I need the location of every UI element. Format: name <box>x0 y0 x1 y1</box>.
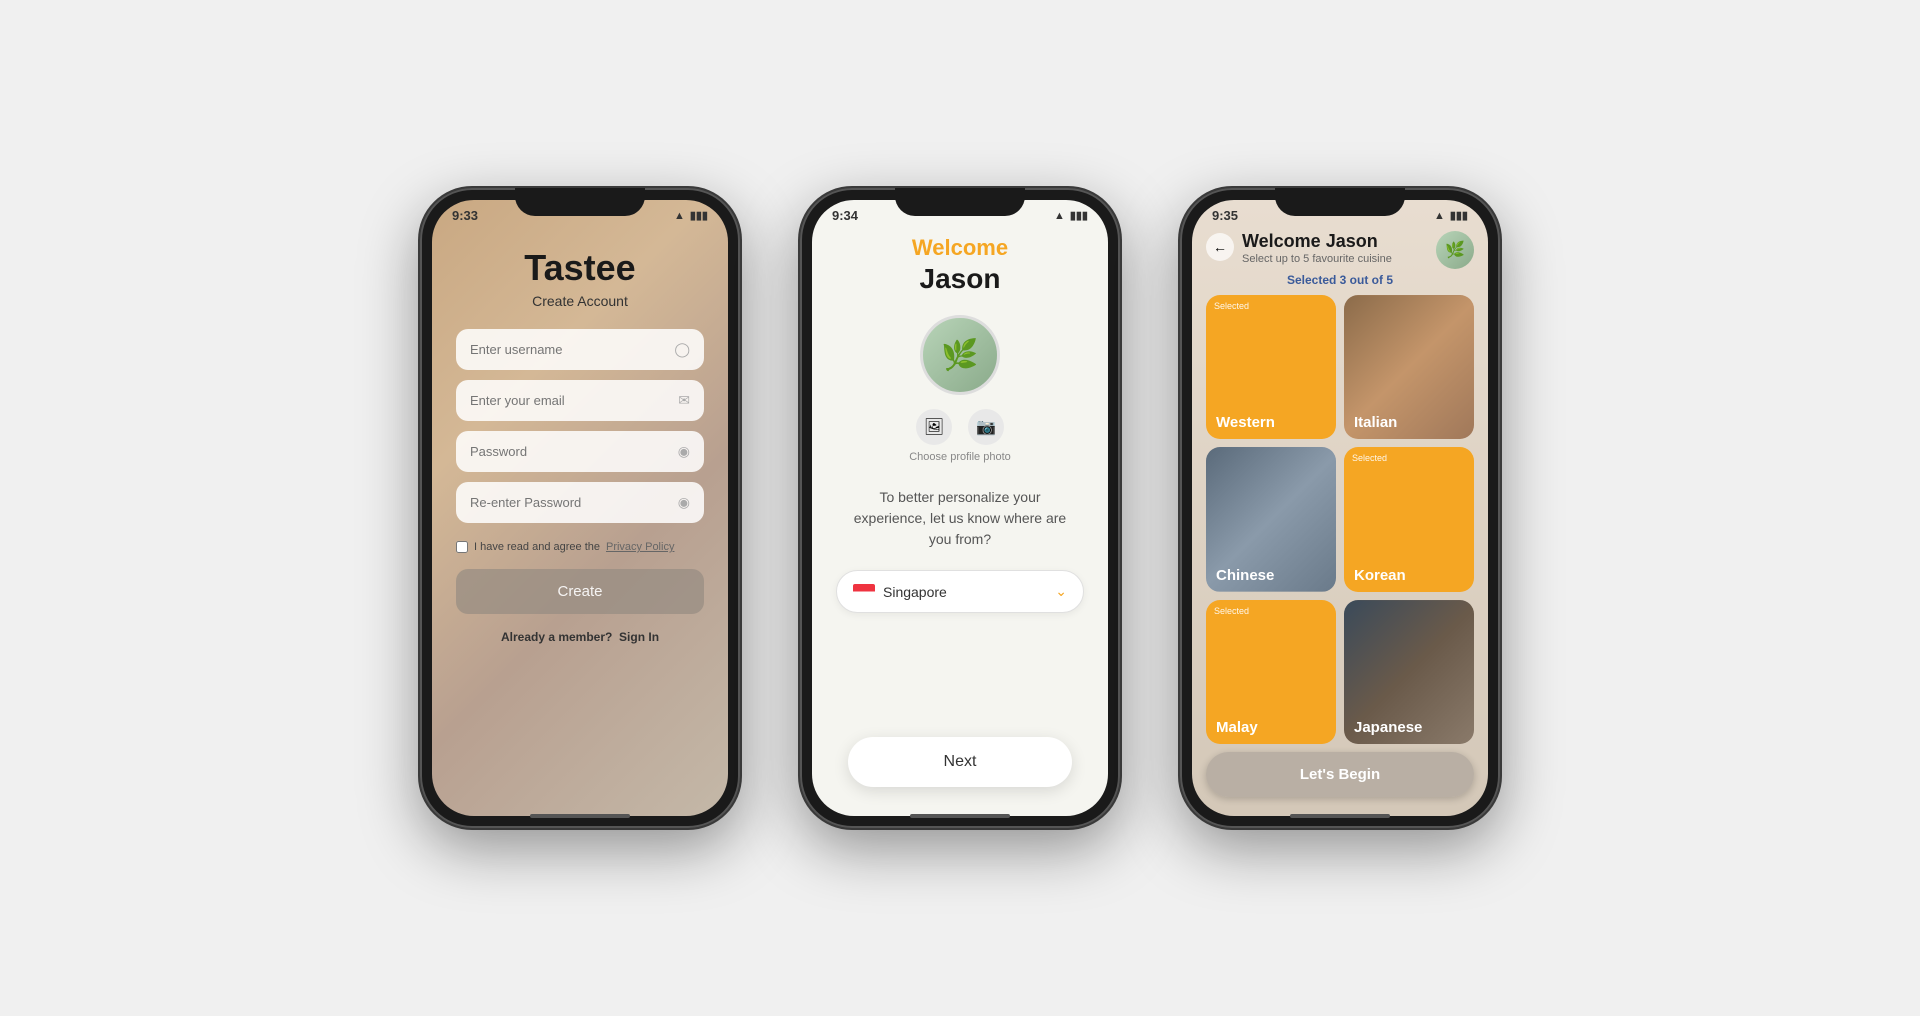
chinese-label: Chinese <box>1206 559 1336 592</box>
status-bar-3: 9:35 ▲ ▮▮▮ <box>1192 200 1488 227</box>
password-field[interactable]: ◉ <box>456 431 704 472</box>
time-3: 9:35 <box>1212 208 1238 223</box>
person-icon: ◯ <box>674 341 690 358</box>
phone-welcome: 9:34 ▲ ▮▮▮ Welcome Jason 🌿 🖼 📷 Choose pr… <box>800 188 1120 828</box>
username-field[interactable]: ◯ <box>456 329 704 370</box>
chevron-down-icon: ⌄ <box>1055 583 1067 600</box>
camera-button[interactable]: 📷 <box>968 409 1004 445</box>
japanese-label: Japanese <box>1344 711 1474 744</box>
status-icons-2: ▲ ▮▮▮ <box>1054 209 1088 222</box>
status-bar-2: 9:34 ▲ ▮▮▮ <box>812 200 1108 227</box>
country-dropdown[interactable]: Singapore ⌄ <box>836 570 1084 613</box>
signin-row: Already a member? Sign In <box>501 630 659 644</box>
status-bar-1: 9:33 ▲ ▮▮▮ <box>432 200 728 227</box>
welcome-jason: Welcome Jason <box>1242 231 1436 252</box>
privacy-row: I have read and agree the Privacy Policy <box>456 541 674 553</box>
next-button[interactable]: Next <box>848 737 1071 787</box>
username-input[interactable] <box>470 342 674 357</box>
wifi-icon-2: ▲ <box>1054 210 1065 222</box>
cuisine-screen: ← Welcome Jason Select up to 5 favourite… <box>1192 227 1488 807</box>
wifi-icon-3: ▲ <box>1434 210 1445 222</box>
avatar-small: 🌿 <box>1436 231 1474 269</box>
privacy-checkbox[interactable] <box>456 541 468 553</box>
wifi-icon: ▲ <box>674 210 685 222</box>
choose-photo-label: Choose profile photo <box>909 451 1011 463</box>
selected-label-western: Selected <box>1214 301 1249 311</box>
country-name: Singapore <box>883 584 1047 600</box>
selected-label-korean: Selected <box>1352 453 1387 463</box>
email-field[interactable]: ✉ <box>456 380 704 421</box>
status-icons-1: ▲ ▮▮▮ <box>674 209 708 222</box>
cuisine-tile-italian[interactable]: Italian <box>1344 295 1474 439</box>
selected-count: Selected 3 out of 5 <box>1206 273 1474 287</box>
create-account-label: Create Account <box>532 293 628 309</box>
cuisine-header: ← Welcome Jason Select up to 5 favourite… <box>1206 231 1474 269</box>
password-input[interactable] <box>470 444 678 459</box>
phone-create-account: 9:33 ▲ ▮▮▮ Tastee Create Account ◯ ✉ <box>420 188 740 828</box>
privacy-link[interactable]: Privacy Policy <box>606 541 674 553</box>
western-label: Western <box>1206 406 1336 439</box>
email-icon: ✉ <box>678 392 690 409</box>
profile-photo: 🌿 <box>920 315 1000 395</box>
gallery-button[interactable]: 🖼 <box>916 409 952 445</box>
already-member-text: Already a member? <box>501 630 612 644</box>
app-title: Tastee <box>524 247 635 289</box>
cuisine-tile-chinese[interactable]: Chinese <box>1206 447 1336 591</box>
cuisine-grid: Selected Western Italian Chinese Selecte… <box>1206 295 1474 744</box>
reenter-password-field[interactable]: ◉ <box>456 482 704 523</box>
create-button[interactable]: Create <box>456 569 704 614</box>
status-icons-3: ▲ ▮▮▮ <box>1434 209 1468 222</box>
back-button[interactable]: ← <box>1206 233 1234 261</box>
battery-icon-2: ▮▮▮ <box>1070 209 1088 222</box>
select-subtitle: Select up to 5 favourite cuisine <box>1242 253 1436 265</box>
checkbox-label: I have read and agree the <box>474 541 600 553</box>
italian-label: Italian <box>1344 406 1474 439</box>
personalize-text: To better personalize your experience, l… <box>836 487 1084 550</box>
malay-label: Malay <box>1206 711 1336 744</box>
cuisine-tile-malay[interactable]: Selected Malay <box>1206 600 1336 744</box>
signin-link[interactable]: Sign In <box>619 630 659 644</box>
lets-begin-button[interactable]: Let's Begin <box>1206 752 1474 797</box>
time-2: 9:34 <box>832 208 858 223</box>
selected-label-malay: Selected <box>1214 606 1249 616</box>
header-text: Welcome Jason Select up to 5 favourite c… <box>1234 231 1436 265</box>
email-input[interactable] <box>470 393 678 408</box>
cuisine-tile-western[interactable]: Selected Western <box>1206 295 1336 439</box>
phones-container: 9:33 ▲ ▮▮▮ Tastee Create Account ◯ ✉ <box>420 188 1500 828</box>
eye-icon-2: ◉ <box>678 494 690 511</box>
battery-icon-3: ▮▮▮ <box>1450 209 1468 222</box>
phone-cuisine: 9:35 ▲ ▮▮▮ ← Welcome Jason Select up to … <box>1180 188 1500 828</box>
welcome-screen: Welcome Jason 🌿 🖼 📷 Choose profile photo… <box>812 227 1108 807</box>
eye-icon: ◉ <box>678 443 690 460</box>
welcome-name: Jason <box>920 263 1001 295</box>
time-1: 9:33 <box>452 208 478 223</box>
welcome-label: Welcome <box>912 235 1008 261</box>
photo-options: 🖼 📷 <box>916 409 1004 445</box>
create-account-screen: Tastee Create Account ◯ ✉ ◉ ◉ <box>432 227 728 807</box>
singapore-flag <box>853 584 875 599</box>
battery-icon: ▮▮▮ <box>690 209 708 222</box>
cuisine-tile-korean[interactable]: Selected Korean <box>1344 447 1474 591</box>
korean-label: Korean <box>1344 559 1474 592</box>
reenter-input[interactable] <box>470 495 678 510</box>
cuisine-tile-japanese[interactable]: Japanese <box>1344 600 1474 744</box>
